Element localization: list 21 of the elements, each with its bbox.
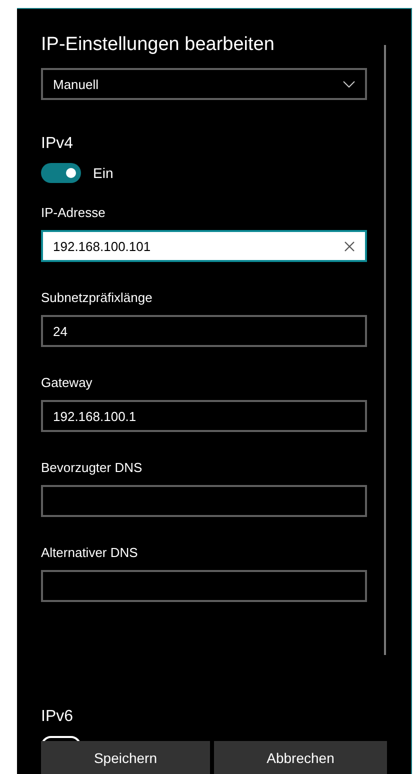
- dialog-button[interactable]: Speichern: [41, 741, 210, 774]
- chevron-down-icon: [343, 80, 355, 88]
- section-heading: IPv6: [41, 707, 74, 727]
- input-field[interactable]: [41, 485, 367, 517]
- input-field[interactable]: 192.168.100.101: [41, 230, 367, 262]
- input-field[interactable]: [41, 570, 367, 602]
- field-label: Gateway: [41, 375, 94, 391]
- toggle-switch[interactable]: [41, 163, 81, 183]
- mode-dropdown[interactable]: Manuell: [41, 68, 367, 100]
- toggle-label: Ein: [93, 165, 114, 181]
- dialog-title: IP-Einstellungen bearbeiten: [41, 33, 276, 57]
- input-field[interactable]: 192.168.100.1: [41, 400, 367, 432]
- dialog-button[interactable]: Abbrechen: [214, 741, 387, 774]
- input-field[interactable]: 24: [41, 315, 367, 347]
- field-label: Subnetzpräfixlänge: [41, 290, 154, 306]
- field-label: Alternativer DNS: [41, 545, 139, 561]
- field-label: Bevorzugter DNS: [41, 460, 144, 476]
- section-heading: IPv4: [41, 134, 74, 154]
- scroll-bar[interactable]: [384, 45, 386, 655]
- field-label: IP-Adresse: [41, 205, 106, 221]
- clear-icon[interactable]: [344, 240, 355, 252]
